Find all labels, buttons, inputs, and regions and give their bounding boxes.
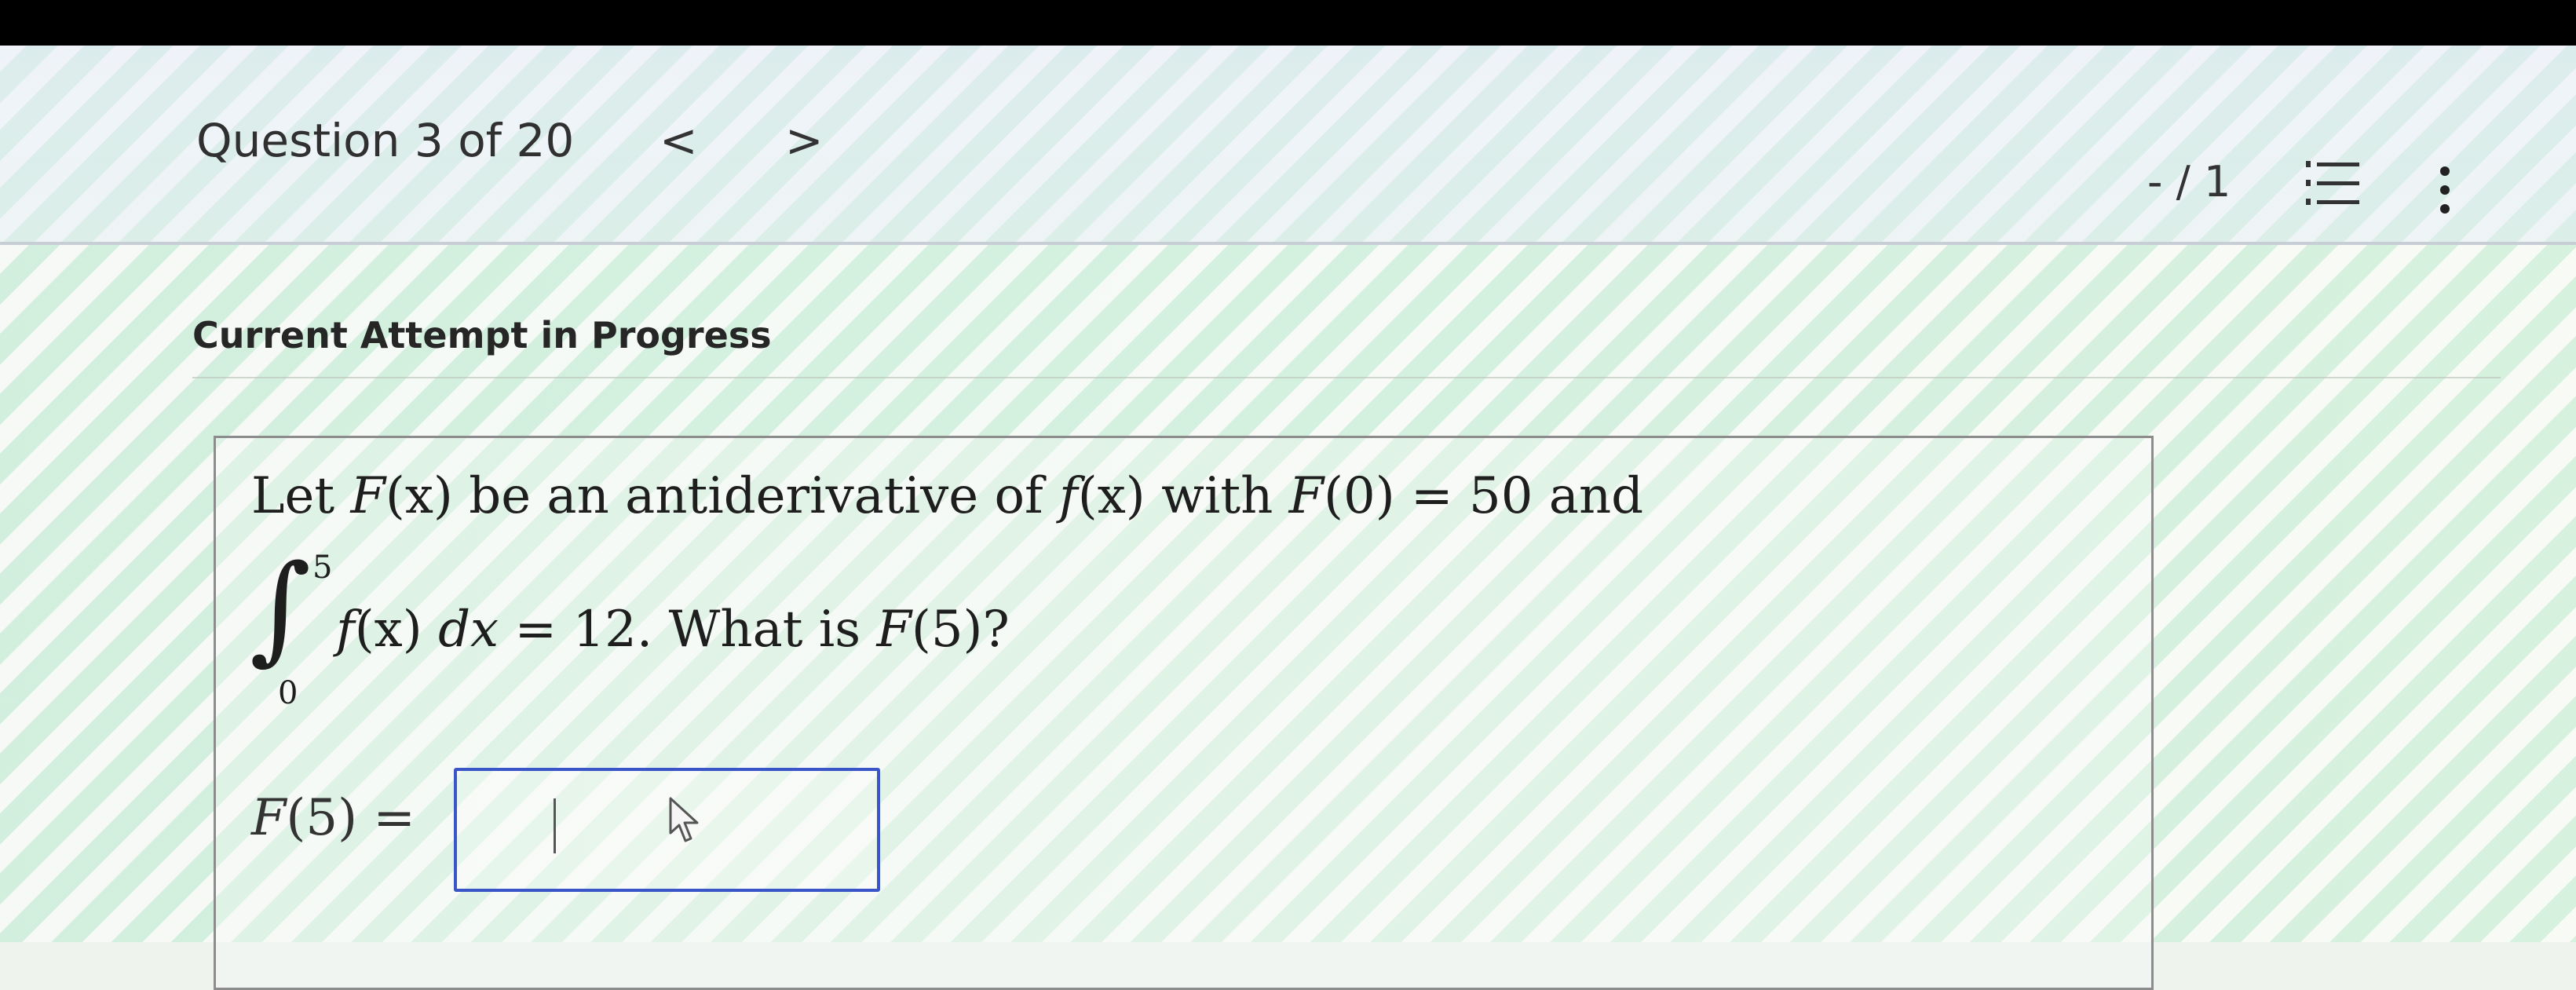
integral-upper-limit: 5 (312, 550, 333, 586)
previous-question-button[interactable]: < (660, 118, 698, 163)
text-with: with (1145, 467, 1289, 525)
answer-label: F(5) = (251, 789, 415, 847)
mouse-pointer-icon (667, 797, 702, 844)
var-f: f (1059, 467, 1078, 525)
var-dx: dx (438, 601, 499, 659)
arg-x: (x) (385, 467, 453, 525)
text-caret (554, 798, 556, 853)
text-let: Let (251, 467, 351, 525)
var-F: F (350, 467, 385, 525)
score-display: - / 1 (2147, 157, 2231, 206)
var-F: F (876, 601, 912, 659)
next-question-button[interactable]: > (785, 118, 824, 163)
attempt-status: Current Attempt in Progress (192, 314, 772, 356)
integral-sign: ∫ (250, 540, 312, 677)
vertical-ellipsis-icon[interactable] (2435, 165, 2454, 215)
text-F5: (5)? (911, 601, 1010, 659)
integral-body: f(x) dx = 12. What is F(5)? (336, 601, 1010, 659)
numbered-list-icon[interactable] (2306, 159, 2361, 206)
answer-label-rest: (5) = (286, 789, 416, 847)
text-condition: (0) = 50 and (1324, 467, 1644, 525)
text-equals-what: = 12. What is (499, 601, 877, 659)
text-antiderivative: be an antiderivative of (452, 467, 1060, 525)
arg-x: (x) (354, 601, 439, 659)
divider (192, 377, 2501, 378)
var-F: F (251, 789, 287, 847)
var-F: F (1288, 467, 1325, 525)
integral-lower-limit: 0 (278, 675, 298, 711)
arg-x: (x) (1077, 467, 1145, 525)
question-text-line1: Let F(x) be an antiderivative of f(x) wi… (251, 467, 1643, 525)
question-counter: Question 3 of 20 (196, 114, 575, 167)
var-f: f (336, 601, 355, 659)
